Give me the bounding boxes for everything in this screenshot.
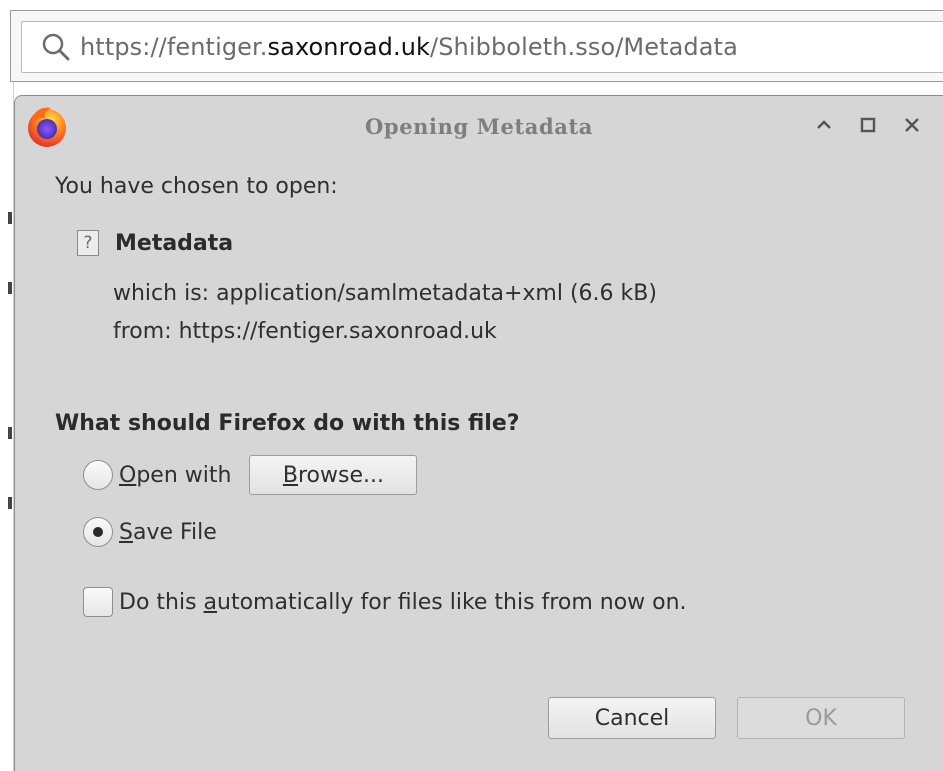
opening-file-dialog: Opening Metadata You have chosen to open… (14, 95, 943, 771)
action-question: What should Firefox do with this file? (55, 411, 520, 436)
background-page-edge (0, 82, 14, 771)
file-source-value: https://fentiger.saxonroad.uk (178, 319, 497, 344)
save-file-label[interactable]: Save File (119, 520, 217, 545)
file-name: Metadata (115, 230, 234, 256)
file-type-value: application/samlmetadata+xml (6.6 kB) (216, 281, 657, 306)
browse-button[interactable]: Browse... (249, 455, 418, 495)
auto-action-label[interactable]: Do this automatically for files like thi… (119, 590, 687, 615)
file-type: which is: application/samlmetadata+xml (… (113, 281, 657, 306)
file-source: from: https://fentiger.saxonroad.uk (113, 319, 497, 344)
dialog-title: Opening Metadata (365, 114, 593, 139)
file-info: ? Metadata (77, 230, 233, 256)
save-file-radio[interactable] (83, 517, 113, 547)
url-path: /Shibboleth.sso/Metadata (430, 33, 738, 61)
radio-selected-dot (93, 527, 103, 537)
auto-action-checkbox[interactable] (83, 587, 113, 617)
save-file-option[interactable]: Save File (83, 517, 217, 547)
intro-text: You have chosen to open: (55, 174, 338, 199)
url-text: https://fentiger.saxonroad.uk/Shibboleth… (80, 33, 738, 61)
unknown-file-icon: ? (77, 230, 99, 256)
ok-button[interactable]: OK (737, 697, 905, 739)
dialog-titlebar[interactable]: Opening Metadata (15, 96, 943, 160)
minimize-icon[interactable] (813, 114, 835, 136)
file-source-label: from: (113, 319, 172, 344)
open-with-option[interactable]: Open with Browse... (83, 455, 418, 495)
file-type-label: which is: (113, 281, 210, 306)
url-bar: https://fentiger.saxonroad.uk/Shibboleth… (10, 10, 943, 82)
open-with-radio[interactable] (83, 460, 113, 490)
url-input[interactable]: https://fentiger.saxonroad.uk/Shibboleth… (21, 21, 943, 73)
url-prefix: https://fentiger. (80, 33, 268, 61)
maximize-icon[interactable] (857, 114, 879, 136)
search-icon (36, 27, 76, 67)
cancel-button[interactable]: Cancel (548, 697, 716, 739)
close-icon[interactable] (901, 114, 923, 136)
window-controls (813, 114, 923, 136)
auto-action-option[interactable]: Do this automatically for files like thi… (83, 587, 687, 617)
url-domain: saxonroad.uk (267, 33, 431, 61)
open-with-label[interactable]: Open with (119, 463, 231, 488)
